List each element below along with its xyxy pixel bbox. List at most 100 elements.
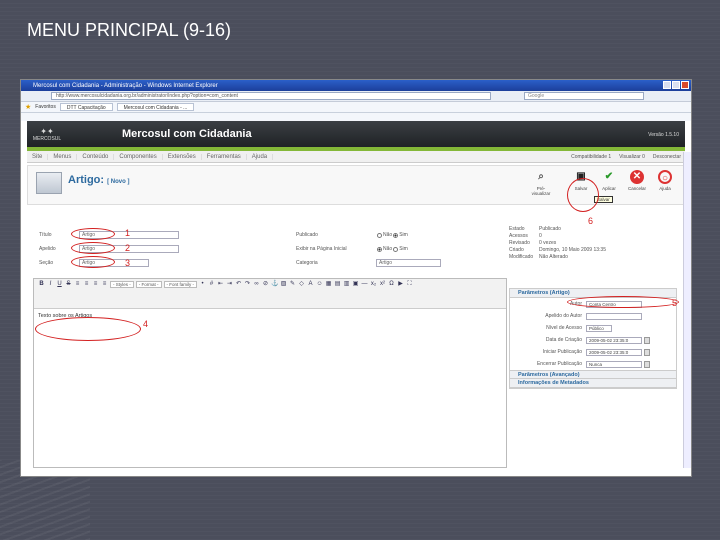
anchor-icon[interactable]: ⚓ [271,281,278,288]
info-value: Não Alterado [539,254,568,260]
redo-icon[interactable]: ↷ [244,281,251,288]
published-yes-radio[interactable] [393,232,399,238]
bold-icon[interactable]: B [38,281,45,288]
menu-extensions[interactable]: Extensões [163,153,202,160]
menu-tools[interactable]: Ferramentas [202,153,247,160]
merge-cells-icon[interactable]: ▣ [352,281,359,288]
status-compat-label: Compatibilidade [571,153,607,160]
start-field[interactable]: 2009-05-02 23:35:0 [586,348,642,356]
status-preview[interactable]: Visualizar 0 [619,154,645,160]
subscript-icon[interactable]: x₂ [370,281,377,288]
font-color-icon[interactable]: A [307,281,314,288]
created-field[interactable]: 2009-05-02 23:35:0 [586,336,642,344]
apply-button[interactable]: ✔ Aplicar [596,170,622,191]
info-row: Revisado 0 vezes [509,240,677,247]
strikethrough-icon[interactable]: S [65,281,72,288]
numbered-list-icon[interactable]: # [208,281,215,288]
column-icon[interactable]: ▥ [343,281,350,288]
cancel-button[interactable]: ✕ Cancelar [624,170,650,191]
article-info: Estado Publicado Acessos 0 Revisado 0 vezes… [509,226,677,261]
browser-gap [21,113,691,121]
cancel-label: Cancelar [627,186,646,191]
tab-mercosul[interactable]: Mercosul com Cidadania - ... [116,103,195,111]
author-alias-label: Apelido do Autor [545,313,582,319]
link-icon[interactable]: ∞ [253,281,260,288]
italic-icon[interactable]: I [47,281,54,288]
published-no-radio[interactable] [377,232,382,238]
logout-link[interactable]: Desconectar [653,154,681,160]
info-row: Estado Publicado [509,226,677,233]
close-button[interactable] [681,81,689,89]
status-compat-count: 1 [608,153,612,160]
end-field[interactable]: Nunca [586,360,642,368]
annotation-number-4: 4 [143,319,149,329]
annotation-number-5: 5 [672,298,678,308]
window-titlebar: Mercosul com Cidadania - Administração -… [21,80,691,91]
help-button[interactable]: ○ Ajuda [652,170,678,191]
frontpage-no-radio[interactable] [377,246,382,252]
favorites-star-icon[interactable]: ★ [25,103,31,111]
menu-content[interactable]: Conteúdo [77,153,115,160]
styles-select[interactable]: - Styles - [110,281,134,288]
bullet-list-icon[interactable]: • [199,281,206,288]
row-icon[interactable]: ▤ [334,281,341,288]
frontpage-yes-radio[interactable] [393,246,399,252]
info-value: Publicado [539,226,561,232]
align-left-icon[interactable]: ≡ [74,281,81,288]
menu-help[interactable]: Ajuda [247,153,274,160]
status-compat[interactable]: Compatibilidade 1 [571,154,611,160]
maximize-button[interactable] [672,81,680,89]
category-select[interactable]: Artigo [376,259,441,267]
indent-icon[interactable]: ⇥ [226,281,233,288]
menu-menus[interactable]: Menus [48,153,78,160]
metadata-header[interactable]: Informações de Metadados [510,379,676,388]
undo-icon[interactable]: ↶ [235,281,242,288]
annotation-number-2: 2 [125,243,131,253]
favorites-label[interactable]: Favoritos [35,104,56,110]
status-area: Compatibilidade 1 Visualizar 0 Desconect… [571,154,681,160]
superscript-icon[interactable]: x² [379,281,386,288]
start-label: Iniciar Publicação [542,349,582,355]
version-label: Versão 1.5.10 [648,132,679,138]
html-icon[interactable]: ◇ [298,281,305,288]
menu-site[interactable]: Site [27,153,49,160]
emoticon-icon[interactable]: ☺ [316,281,323,288]
table-icon[interactable]: ▦ [325,281,332,288]
horizontal-rule-icon[interactable]: — [361,281,368,288]
checkmark-icon: ✔ [604,171,614,182]
align-right-icon[interactable]: ≡ [92,281,99,288]
created-label: Data de Criação [545,337,582,343]
window-controls [663,81,689,89]
outdent-icon[interactable]: ⇤ [217,281,224,288]
cleanup-icon[interactable]: ✎ [289,281,296,288]
article-icon [36,172,62,194]
address-input[interactable]: http://www.mercosulcidadania.org.br/admi… [51,92,491,100]
fullscreen-icon[interactable]: ⛶ [406,281,413,288]
tab-dtt[interactable]: DTT Capacitação [59,103,113,111]
align-center-icon[interactable]: ≡ [83,281,90,288]
menu-components[interactable]: Componentes [114,153,163,160]
format-select[interactable]: - Format - [135,281,162,288]
calendar-icon[interactable] [644,336,650,344]
special-char-icon[interactable]: Ω [388,281,395,288]
info-value: 0 vezes [539,240,557,246]
font-select[interactable]: - Font family - [163,281,198,288]
advanced-params-header[interactable]: Parâmetros (Avançado) [510,370,676,379]
scrollbar[interactable] [683,152,691,468]
apply-label: Aplicar [602,186,616,191]
underline-icon[interactable]: U [56,281,63,288]
unlink-icon[interactable]: ⊘ [262,281,269,288]
image-icon[interactable]: ▨ [280,281,287,288]
main-menu: Site Menus Conteúdo Componentes Extensõe… [27,151,685,163]
minimize-button[interactable] [663,81,671,89]
author-alias-field[interactable] [586,312,642,320]
calendar-icon[interactable] [644,348,650,356]
justify-icon[interactable]: ≡ [101,281,108,288]
preview-button[interactable]: ⌕ Pré-visualizar [528,170,554,196]
search-input[interactable]: Google [524,92,644,100]
access-label: Nível de Acesso [546,325,582,331]
access-select[interactable]: Público [586,324,612,332]
calendar-icon[interactable] [644,360,650,368]
page-heading: Artigo: [ Novo ] [68,174,129,186]
media-icon[interactable]: ▶ [397,281,404,288]
